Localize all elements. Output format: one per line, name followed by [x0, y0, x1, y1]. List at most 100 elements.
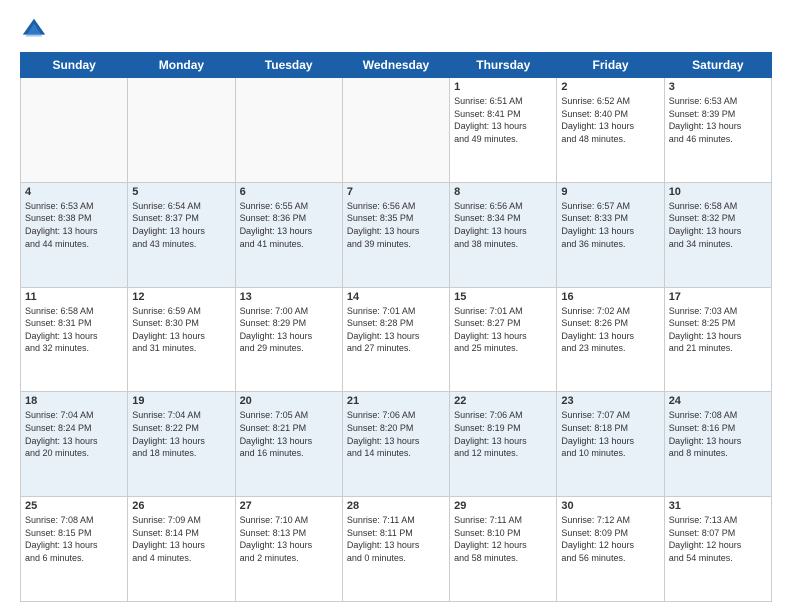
day-info: Sunrise: 6:52 AM Sunset: 8:40 PM Dayligh… — [561, 95, 659, 145]
day-info: Sunrise: 7:10 AM Sunset: 8:13 PM Dayligh… — [240, 514, 338, 564]
day-info: Sunrise: 7:04 AM Sunset: 8:22 PM Dayligh… — [132, 409, 230, 459]
day-info: Sunrise: 7:11 AM Sunset: 8:10 PM Dayligh… — [454, 514, 552, 564]
day-number: 13 — [240, 291, 338, 303]
day-number: 6 — [240, 186, 338, 198]
day-number: 11 — [25, 291, 123, 303]
day-info: Sunrise: 6:59 AM Sunset: 8:30 PM Dayligh… — [132, 305, 230, 355]
day-number: 1 — [454, 81, 552, 93]
day-info: Sunrise: 6:51 AM Sunset: 8:41 PM Dayligh… — [454, 95, 552, 145]
day-info: Sunrise: 7:05 AM Sunset: 8:21 PM Dayligh… — [240, 409, 338, 459]
calendar-day-cell: 3 Sunrise: 6:53 AM Sunset: 8:39 PM Daylig… — [664, 78, 771, 183]
calendar-day-cell: 15 Sunrise: 7:01 AM Sunset: 8:27 PM Dayli… — [450, 287, 557, 392]
day-info: Sunrise: 7:07 AM Sunset: 8:18 PM Dayligh… — [561, 409, 659, 459]
calendar-day-cell: 21Sunrise: 7:06 AM Sunset: 8:20 PM Dayli… — [342, 392, 449, 497]
calendar-day-cell: 10 Sunrise: 6:58 AM Sunset: 8:32 PM Dayli… — [664, 182, 771, 287]
weekday-header: Thursday — [450, 53, 557, 78]
day-info: Sunrise: 7:01 AM Sunset: 8:28 PM Dayligh… — [347, 305, 445, 355]
day-number: 12 — [132, 291, 230, 303]
day-number: 21 — [347, 395, 445, 407]
calendar-day-cell: 24 Sunrise: 7:08 AM Sunset: 8:16 PM Dayli… — [664, 392, 771, 497]
day-number: 31 — [669, 500, 767, 512]
page: SundayMondayTuesdayWednesdayThursdayFrid… — [0, 0, 792, 612]
day-info: Sunrise: 7:03 AM Sunset: 8:25 PM Dayligh… — [669, 305, 767, 355]
calendar-day-cell: 18 Sunrise: 7:04 AM Sunset: 8:24 PM Dayli… — [21, 392, 128, 497]
day-info: Sunrise: 6:55 AM Sunset: 8:36 PM Dayligh… — [240, 200, 338, 250]
header — [20, 16, 772, 44]
day-number: 19 — [132, 395, 230, 407]
day-number: 4 — [25, 186, 123, 198]
calendar-day-cell: 6 Sunrise: 6:55 AM Sunset: 8:36 PM Daylig… — [235, 182, 342, 287]
day-number: 23 — [561, 395, 659, 407]
calendar-day-cell: 14Sunrise: 7:01 AM Sunset: 8:28 PM Dayli… — [342, 287, 449, 392]
weekday-header: Monday — [128, 53, 235, 78]
day-number: 22 — [454, 395, 552, 407]
calendar-day-cell — [235, 78, 342, 183]
weekday-header: Wednesday — [342, 53, 449, 78]
calendar-day-cell: 27 Sunrise: 7:10 AM Sunset: 8:13 PM Dayli… — [235, 497, 342, 602]
calendar-day-cell: 23 Sunrise: 7:07 AM Sunset: 8:18 PM Dayli… — [557, 392, 664, 497]
day-number: 9 — [561, 186, 659, 198]
day-number: 8 — [454, 186, 552, 198]
calendar-table: SundayMondayTuesdayWednesdayThursdayFrid… — [20, 52, 772, 602]
day-info: Sunrise: 6:58 AM Sunset: 8:31 PM Dayligh… — [25, 305, 123, 355]
calendar-week-row: 25 Sunrise: 7:08 AM Sunset: 8:15 PM Dayli… — [21, 497, 772, 602]
calendar-day-cell: 9 Sunrise: 6:57 AM Sunset: 8:33 PM Daylig… — [557, 182, 664, 287]
calendar-day-cell — [21, 78, 128, 183]
day-number: 7 — [347, 186, 445, 198]
day-info: Sunrise: 6:58 AM Sunset: 8:32 PM Dayligh… — [669, 200, 767, 250]
day-info: Sunrise: 6:54 AM Sunset: 8:37 PM Dayligh… — [132, 200, 230, 250]
calendar-day-cell — [128, 78, 235, 183]
calendar-week-row: 18 Sunrise: 7:04 AM Sunset: 8:24 PM Dayli… — [21, 392, 772, 497]
day-info: Sunrise: 6:56 AM Sunset: 8:35 PM Dayligh… — [347, 200, 445, 250]
day-info: Sunrise: 7:08 AM Sunset: 8:15 PM Dayligh… — [25, 514, 123, 564]
day-number: 10 — [669, 186, 767, 198]
day-info: Sunrise: 6:57 AM Sunset: 8:33 PM Dayligh… — [561, 200, 659, 250]
day-number: 15 — [454, 291, 552, 303]
day-number: 26 — [132, 500, 230, 512]
day-number: 29 — [454, 500, 552, 512]
calendar-day-cell: 1 Sunrise: 6:51 AM Sunset: 8:41 PM Daylig… — [450, 78, 557, 183]
logo — [20, 16, 52, 44]
calendar-day-cell: 28Sunrise: 7:11 AM Sunset: 8:11 PM Dayli… — [342, 497, 449, 602]
calendar-day-cell: 22Sunrise: 7:06 AM Sunset: 8:19 PM Dayli… — [450, 392, 557, 497]
calendar-day-cell: 5 Sunrise: 6:54 AM Sunset: 8:37 PM Daylig… — [128, 182, 235, 287]
day-number: 2 — [561, 81, 659, 93]
day-info: Sunrise: 7:09 AM Sunset: 8:14 PM Dayligh… — [132, 514, 230, 564]
day-number: 18 — [25, 395, 123, 407]
logo-icon — [20, 16, 48, 44]
calendar-day-cell: 31Sunrise: 7:13 AM Sunset: 8:07 PM Dayli… — [664, 497, 771, 602]
day-info: Sunrise: 7:08 AM Sunset: 8:16 PM Dayligh… — [669, 409, 767, 459]
calendar-day-cell: 19 Sunrise: 7:04 AM Sunset: 8:22 PM Dayli… — [128, 392, 235, 497]
day-info: Sunrise: 6:53 AM Sunset: 8:39 PM Dayligh… — [669, 95, 767, 145]
calendar-day-cell: 17 Sunrise: 7:03 AM Sunset: 8:25 PM Dayli… — [664, 287, 771, 392]
calendar-day-cell: 7 Sunrise: 6:56 AM Sunset: 8:35 PM Daylig… — [342, 182, 449, 287]
day-info: Sunrise: 7:11 AM Sunset: 8:11 PM Dayligh… — [347, 514, 445, 564]
day-info: Sunrise: 7:01 AM Sunset: 8:27 PM Dayligh… — [454, 305, 552, 355]
day-number: 20 — [240, 395, 338, 407]
weekday-header: Sunday — [21, 53, 128, 78]
day-info: Sunrise: 7:02 AM Sunset: 8:26 PM Dayligh… — [561, 305, 659, 355]
day-number: 16 — [561, 291, 659, 303]
calendar-day-cell: 29 Sunrise: 7:11 AM Sunset: 8:10 PM Dayli… — [450, 497, 557, 602]
day-number: 5 — [132, 186, 230, 198]
day-number: 27 — [240, 500, 338, 512]
day-info: Sunrise: 6:53 AM Sunset: 8:38 PM Dayligh… — [25, 200, 123, 250]
calendar-day-cell: 20 Sunrise: 7:05 AM Sunset: 8:21 PM Dayli… — [235, 392, 342, 497]
calendar-week-row: 1 Sunrise: 6:51 AM Sunset: 8:41 PM Daylig… — [21, 78, 772, 183]
day-number: 3 — [669, 81, 767, 93]
weekday-header: Friday — [557, 53, 664, 78]
calendar-day-cell: 2 Sunrise: 6:52 AM Sunset: 8:40 PM Daylig… — [557, 78, 664, 183]
day-number: 24 — [669, 395, 767, 407]
weekday-header: Saturday — [664, 53, 771, 78]
calendar-day-cell: 25 Sunrise: 7:08 AM Sunset: 8:15 PM Dayli… — [21, 497, 128, 602]
day-number: 25 — [25, 500, 123, 512]
calendar-day-cell: 8Sunrise: 6:56 AM Sunset: 8:34 PM Daylig… — [450, 182, 557, 287]
calendar-day-cell — [342, 78, 449, 183]
calendar-week-row: 11 Sunrise: 6:58 AM Sunset: 8:31 PM Dayli… — [21, 287, 772, 392]
calendar-week-row: 4 Sunrise: 6:53 AM Sunset: 8:38 PM Daylig… — [21, 182, 772, 287]
calendar-day-cell: 16 Sunrise: 7:02 AM Sunset: 8:26 PM Dayli… — [557, 287, 664, 392]
day-number: 17 — [669, 291, 767, 303]
day-info: Sunrise: 7:04 AM Sunset: 8:24 PM Dayligh… — [25, 409, 123, 459]
day-info: Sunrise: 7:12 AM Sunset: 8:09 PM Dayligh… — [561, 514, 659, 564]
calendar-day-cell: 4 Sunrise: 6:53 AM Sunset: 8:38 PM Daylig… — [21, 182, 128, 287]
